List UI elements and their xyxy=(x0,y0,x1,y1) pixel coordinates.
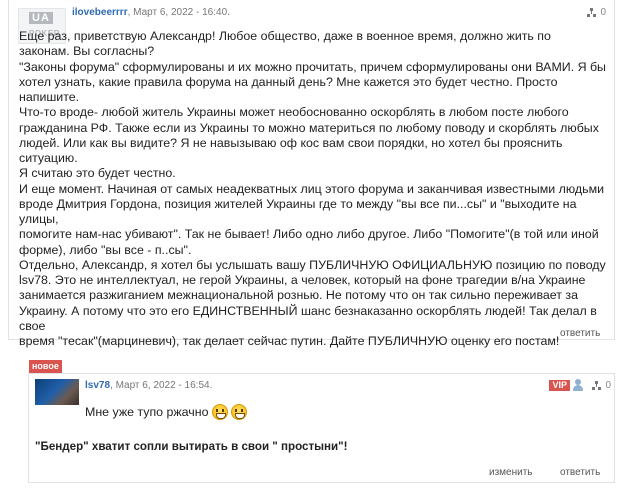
comment-rating: 0 xyxy=(587,7,606,18)
reply-button[interactable]: ответить xyxy=(560,328,600,339)
grin-emoji-icon xyxy=(211,404,228,420)
vip-badge: VIP xyxy=(549,380,570,391)
comment-rating: 0 xyxy=(592,380,611,391)
comment-text: Мне уже тупо ржачно xyxy=(85,405,209,419)
reply-button[interactable]: ответить xyxy=(560,467,600,478)
comment-quote: "Бендер" хватит сопли вытирать в свои " … xyxy=(35,440,348,453)
avatar-logo-ua: UA xyxy=(29,12,53,24)
comment-post: UA POKER ilovebeerrrr, Март 6, 2022 - 16… xyxy=(8,0,615,348)
comment-header: ilovebeerrrr, Март 6, 2022 - 16:40. xyxy=(72,7,230,18)
rating-value: 0 xyxy=(600,7,606,18)
comment-body: Еще раз, приветствую Александр! Любое об… xyxy=(19,29,606,348)
user-icon xyxy=(572,379,584,391)
avatar[interactable] xyxy=(35,379,79,405)
sitemap-icon[interactable] xyxy=(587,7,597,18)
comment-date: , Март 6, 2022 - 16:40. xyxy=(127,7,230,18)
sitemap-icon[interactable] xyxy=(592,380,602,391)
author-link[interactable]: lsv78 xyxy=(85,380,110,391)
author-link[interactable]: ilovebeerrrr xyxy=(72,7,128,18)
grin-emoji-icon xyxy=(230,404,247,420)
new-badge: новое xyxy=(29,360,62,373)
edit-button[interactable]: изменить xyxy=(489,467,533,478)
comment-post: lsv78, Март 6, 2022 - 16:54. VIP 0 Мне у… xyxy=(28,373,615,483)
rating-value: 0 xyxy=(605,380,611,391)
comment-date: , Март 6, 2022 - 16:54. xyxy=(110,380,213,391)
comment-header: lsv78, Март 6, 2022 - 16:54. xyxy=(85,380,212,391)
comment-message: Мне уже тупо ржачно xyxy=(85,404,247,420)
